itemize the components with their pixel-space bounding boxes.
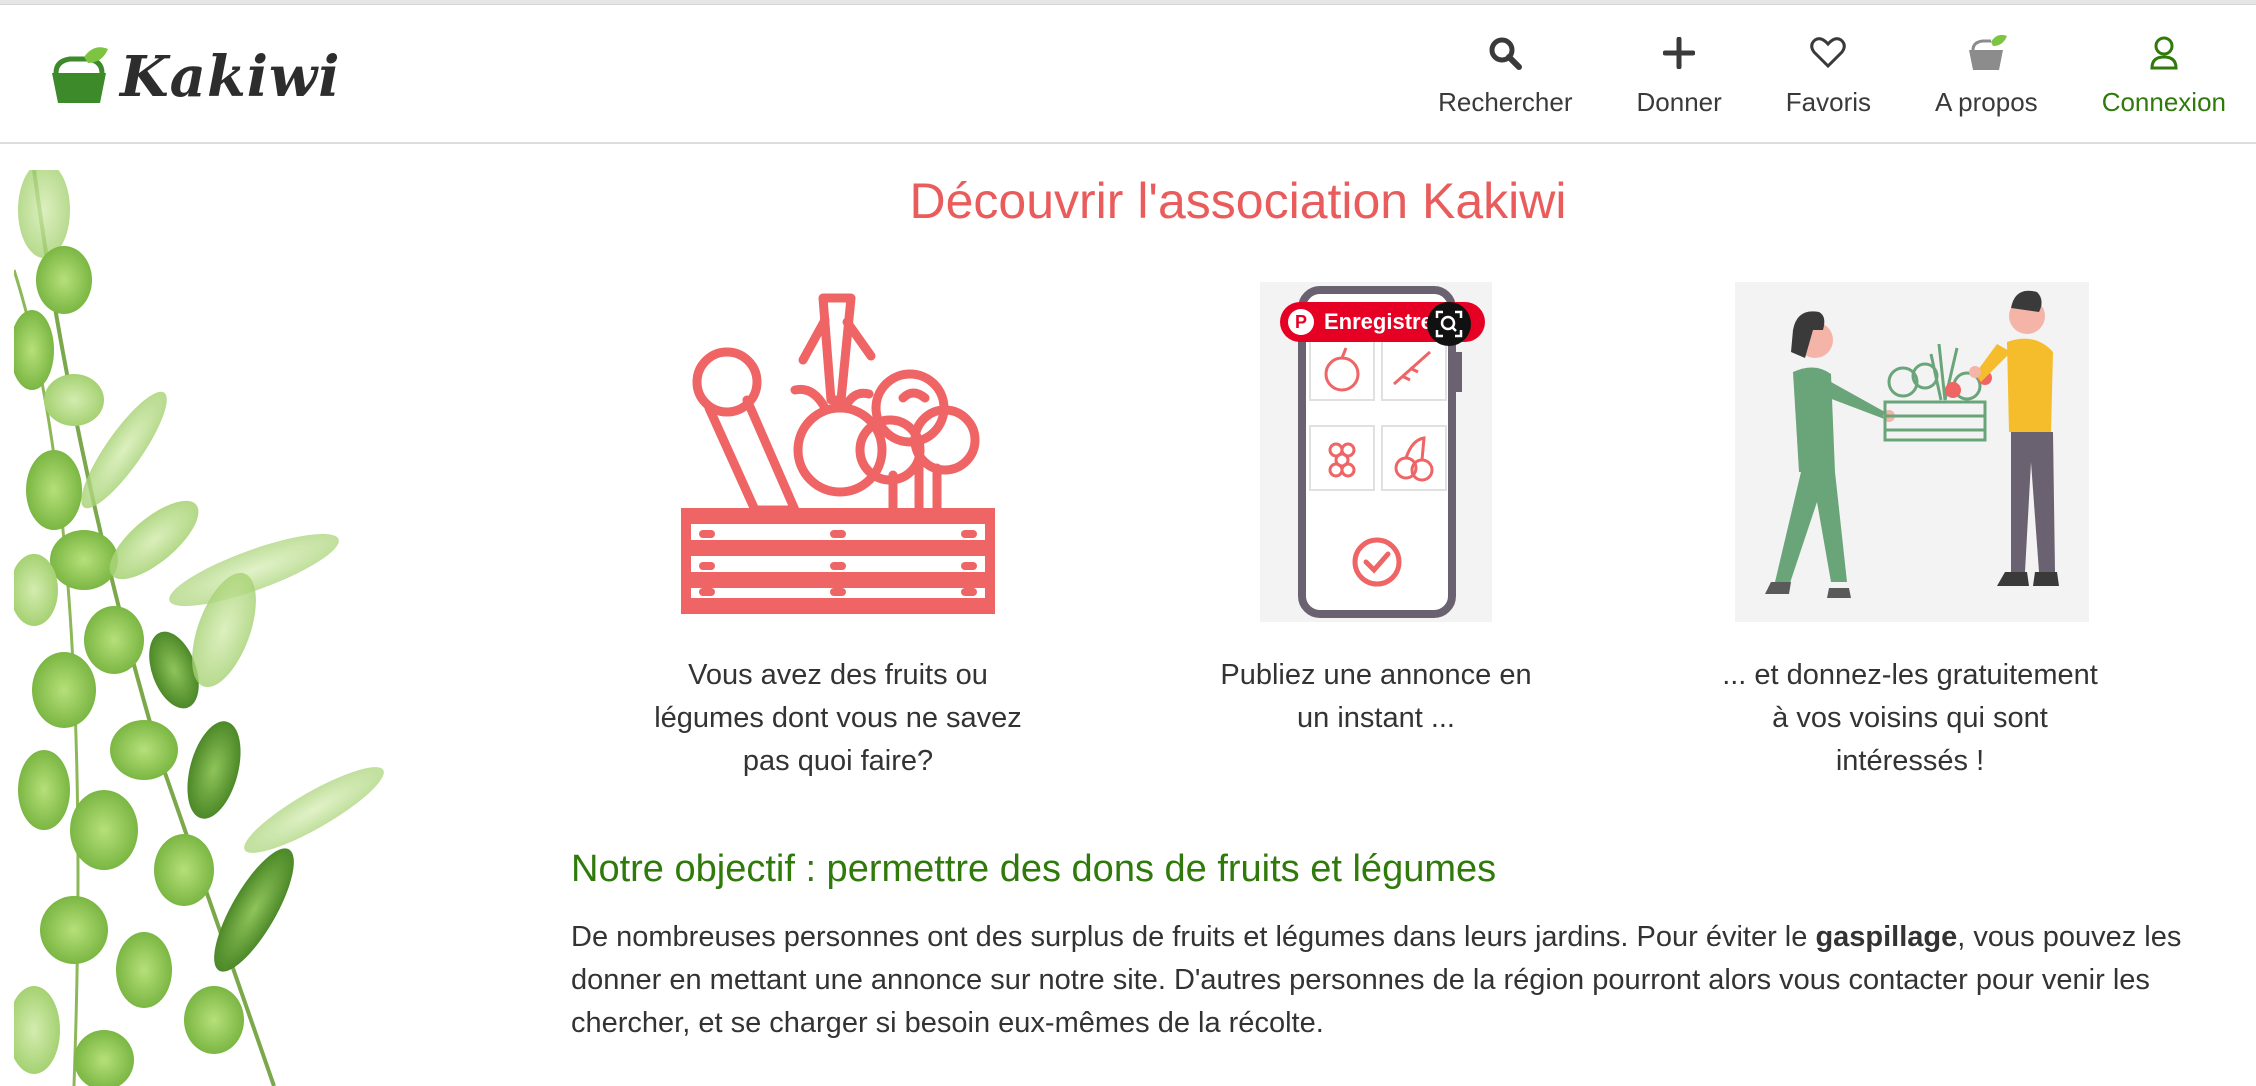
main-nav: Rechercher Donner Favoris A propos Conne… <box>1374 27 2226 127</box>
caption-line: Vous avez des fruits ou <box>688 659 988 691</box>
nav-rechercher[interactable]: Rechercher <box>1438 27 1573 127</box>
basket-logo-icon <box>52 47 108 103</box>
paragraph-text: De nombreuses personnes ont des surplus … <box>571 921 1816 953</box>
page-title: Découvrir l'association Kakiwi <box>909 173 1567 229</box>
user-icon <box>2149 27 2179 79</box>
caption-line: intéressés ! <box>1835 745 1985 777</box>
nav-connexion[interactable]: Connexion <box>2102 27 2226 127</box>
step-caption: Publiez une annonce en un instant ... <box>1140 654 1612 740</box>
nav-label: Connexion <box>2101 87 2226 117</box>
caption-line: à vos voisins qui sont <box>1772 702 2048 734</box>
nav-label: Favoris <box>1785 87 1872 117</box>
heart-icon <box>1810 27 1847 79</box>
visual-search-icon[interactable] <box>1427 302 1471 346</box>
caption-line: pas quoi faire? <box>742 745 934 777</box>
logo-text: Kakiwi <box>120 44 341 110</box>
search-icon <box>1488 27 1523 79</box>
caption-line: Publiez une annonce en <box>1220 659 1532 691</box>
site-header: Kakiwi Rechercher Donner Favoris A propo… <box>0 5 2256 144</box>
plus-icon <box>1663 27 1696 79</box>
pinterest-icon: P <box>1288 309 1314 335</box>
caption-line: légumes dont vous ne savez <box>654 702 1022 734</box>
site-logo[interactable]: Kakiwi <box>48 41 341 113</box>
step-caption: Vous avez des fruits ou légumes dont vou… <box>600 654 1076 783</box>
caption-line: un instant ... <box>1297 702 1455 734</box>
caption-line: ... et donnez-les gratuitement <box>1722 659 2098 691</box>
people-exchange-illustration <box>1735 282 2089 627</box>
nav-a-propos[interactable]: A propos <box>1935 27 2038 127</box>
objective-heading: Notre objectif : permettre des dons de f… <box>571 848 1497 890</box>
step-caption: ... et donnez-les gratuitement à vos voi… <box>1660 654 2160 783</box>
nav-label: A propos <box>1935 87 2038 117</box>
objective-paragraph: De nombreuses personnes ont des surplus … <box>571 916 2191 1045</box>
pinterest-label: Enregistre <box>1324 309 1433 334</box>
paragraph-emphasis: gaspillage <box>1815 921 1958 953</box>
nav-donner[interactable]: Donner <box>1637 27 1722 127</box>
nav-label: Donner <box>1636 87 1722 117</box>
leaves-decoration <box>14 170 444 1086</box>
vegetable-crate-illustration <box>675 290 1001 619</box>
basket-icon <box>1965 27 2008 79</box>
nav-label: Rechercher <box>1438 87 1573 117</box>
nav-favoris[interactable]: Favoris <box>1786 27 1871 127</box>
